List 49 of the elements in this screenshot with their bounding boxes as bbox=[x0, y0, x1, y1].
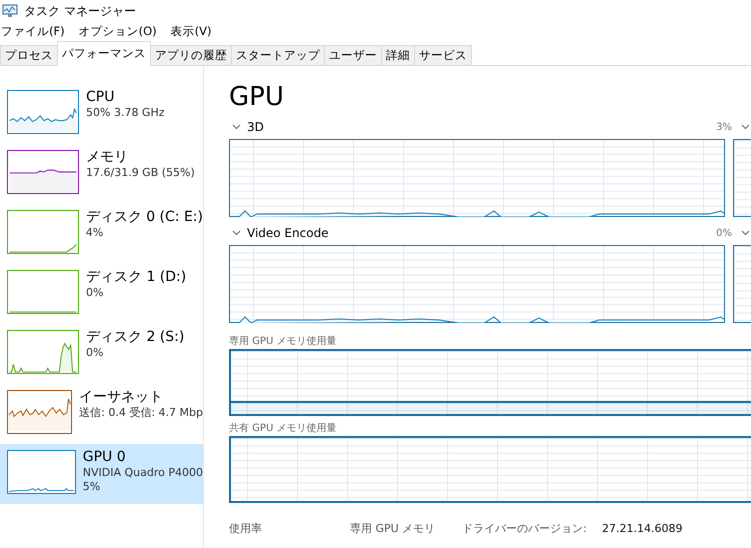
panel-title: GPU bbox=[229, 81, 285, 113]
resource-detail: 4% bbox=[86, 226, 104, 240]
resource-item[interactable]: ディスク 0 (C: E:) 4% bbox=[0, 204, 203, 264]
graph-label: 共有 GPU メモリ使用量 bbox=[229, 422, 338, 436]
resource-name: CPU bbox=[86, 88, 116, 106]
resource-name: ディスク 2 (S:) bbox=[86, 328, 184, 346]
resource-detail: 5% bbox=[82, 480, 102, 494]
resource-name: メモリ bbox=[86, 148, 129, 166]
stat-label: 専用 GPU メモリ bbox=[350, 521, 436, 536]
tab[interactable]: スタートアップ bbox=[231, 45, 325, 66]
resource-detail: 17.6/31.9 GB (55%) bbox=[86, 166, 195, 180]
resource-name: GPU 0 bbox=[82, 448, 127, 466]
tab[interactable]: ユーザー bbox=[324, 45, 382, 66]
resource-detail: 送信: 0.4 受信: 4.7 Mbp bbox=[79, 406, 203, 420]
engine-label: Video Encode bbox=[247, 226, 329, 240]
resource-detail: 0% bbox=[86, 346, 104, 360]
window-title: タスク マネージャー bbox=[24, 2, 136, 20]
resource-item[interactable]: ディスク 1 (D:) 0% bbox=[0, 264, 203, 324]
stat-label: 使用率 bbox=[229, 521, 263, 536]
resource-item[interactable]: イーサネット 送信: 0.4 受信: 4.7 Mbp bbox=[0, 384, 203, 444]
tab[interactable]: サービス bbox=[414, 45, 472, 66]
resource-item[interactable]: CPU 50% 3.78 GHz bbox=[0, 84, 203, 144]
engine-reading: 0% bbox=[716, 228, 732, 238]
engine-label: 3D bbox=[247, 120, 264, 134]
monitor-icon bbox=[2, 4, 18, 18]
resource-detail: 50% 3.78 GHz bbox=[86, 106, 165, 120]
tab[interactable]: プロセス bbox=[0, 45, 58, 66]
engine-reading: 3% bbox=[716, 122, 732, 132]
resource-detail: NVIDIA Quadro P4000 bbox=[82, 466, 203, 480]
menu-item[interactable]: 表示(V) bbox=[170, 24, 212, 39]
resource-item[interactable]: メモリ 17.6/31.9 GB (55%) bbox=[0, 144, 203, 204]
menu-item[interactable]: ファイル(F) bbox=[1, 24, 65, 39]
stat-value: 27.21.14.6089 bbox=[602, 522, 682, 535]
chevron-icon[interactable] bbox=[741, 124, 750, 130]
chevron-icon[interactable] bbox=[232, 124, 241, 130]
tab[interactable]: アプリの履歴 bbox=[150, 45, 232, 66]
tab[interactable]: パフォーマンス bbox=[57, 41, 151, 66]
resource-item[interactable]: ディスク 2 (S:) 0% bbox=[0, 324, 203, 384]
chevron-icon[interactable] bbox=[232, 230, 241, 236]
resource-name: ディスク 1 (D:) bbox=[86, 268, 186, 286]
stat-label: ドライバーのバージョン: bbox=[462, 521, 588, 536]
resource-name: ディスク 0 (C: E:) bbox=[86, 208, 203, 226]
chevron-icon[interactable] bbox=[741, 230, 750, 236]
menu-item[interactable]: オプション(O) bbox=[78, 24, 157, 39]
resource-detail: 0% bbox=[86, 286, 104, 300]
resource-item[interactable]: GPU 0 NVIDIA Quadro P4000 5% bbox=[0, 444, 203, 504]
resource-name: イーサネット bbox=[79, 388, 164, 406]
graph-label: 専用 GPU メモリ使用量 bbox=[229, 335, 338, 349]
tab[interactable]: 詳細 bbox=[381, 45, 415, 66]
